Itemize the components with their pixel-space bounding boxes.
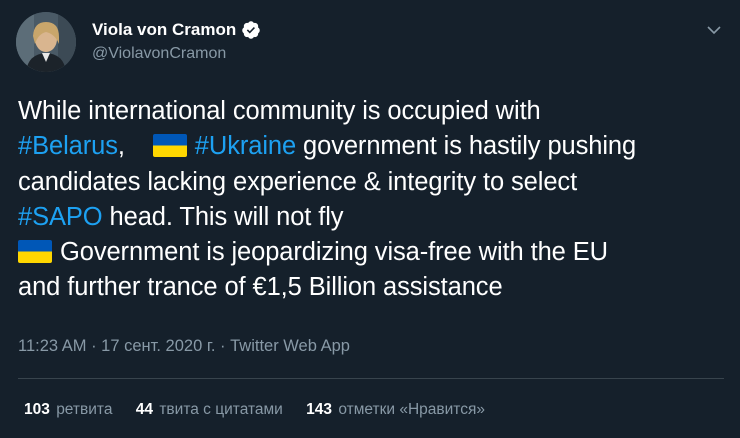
divider [18,378,724,379]
tweet-line-6: and further trance of €1,5 Billion assis… [18,273,503,302]
tweet-stats: 103 ретвита 44 твита с цитатами 143 отме… [24,401,504,419]
retweets-stat[interactable]: 103 ретвита [24,401,112,419]
hashtag-belarus[interactable]: #Belarus [18,132,118,160]
hashtag-ukraine[interactable]: #Ukraine [195,132,296,160]
author-name-row[interactable]: Viola von Cramon [92,19,261,41]
tweet-line-2-rest: government is hastily pushing [296,132,637,161]
meta-separator: · [86,337,102,355]
tweet-line-5: Government is jeopardizing visa-free wit… [18,235,718,270]
avatar-image [16,12,76,72]
author-name[interactable]: Viola von Cramon [92,20,236,40]
tweet-date[interactable]: 17 сент. 2020 г. [101,337,215,355]
retweets-count: 103 [24,401,50,418]
likes-count: 143 [306,401,333,418]
tweet-text: While international community is occupie… [18,94,718,306]
hashtag-sapo[interactable]: #SAPO [18,203,103,231]
retweets-label: ретвита [56,401,113,418]
tweet-line-5-text: Government is jeopardizing visa-free wit… [60,238,608,267]
quotes-stat[interactable]: 44 твита с цитатами [136,401,283,419]
tweet-line-3: candidates lacking experience & integrit… [18,167,578,196]
comma: , [117,132,125,161]
tweet-time[interactable]: 11:23 AM [18,337,87,355]
tweet-card: Viola von Cramon @ViolavonCramon While i… [0,0,740,438]
avatar[interactable] [16,12,76,72]
ukraine-flag-icon [152,134,187,158]
tweet-line-4-rest: head. This will not fly [102,202,344,231]
tweet-meta: 11:23 AM · 17 сент. 2020 г. · Twitter We… [18,337,350,356]
tweet-line-4: #SAPO head. This will not fly [18,200,718,235]
tweet-source[interactable]: Twitter Web App [230,337,350,355]
tweet-line-2: #Belarus, #Ukraine government is hastily… [18,129,718,164]
meta-separator: · [215,337,231,355]
chevron-down-icon[interactable] [706,22,722,38]
verified-badge-icon [242,21,260,39]
tweet-line-1: While international community is occupie… [18,97,541,125]
likes-label: отметки «Нравится» [338,401,485,418]
quotes-label: твита с цитатами [159,401,283,418]
author-handle[interactable]: @ViolavonCramon [92,45,226,63]
ukraine-flag-icon [18,240,52,264]
likes-stat[interactable]: 143 отметки «Нравится» [306,401,485,419]
quotes-count: 44 [135,401,154,418]
